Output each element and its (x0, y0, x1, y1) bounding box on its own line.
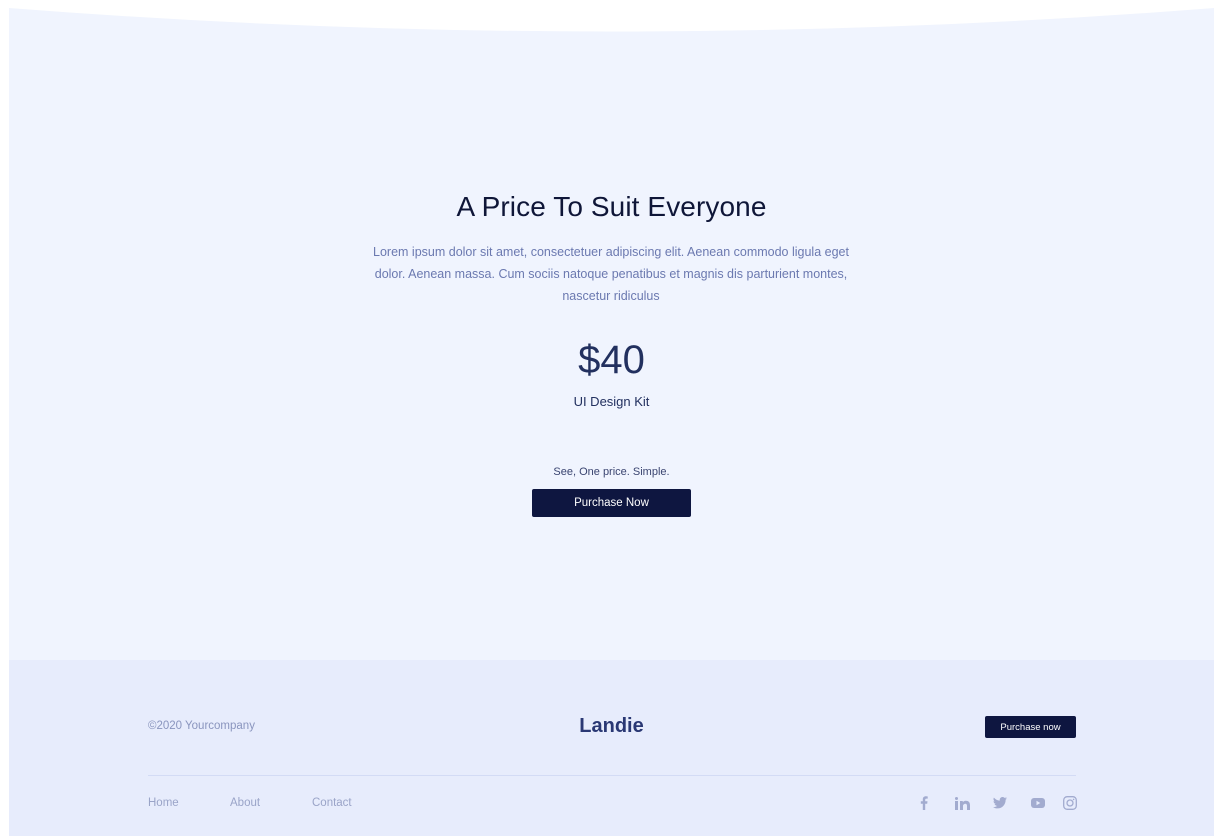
linkedin-icon[interactable] (943, 794, 981, 812)
social-links (905, 794, 1077, 812)
price-amount: $40 (578, 338, 645, 382)
footer-purchase-button[interactable]: Purchase now (985, 716, 1076, 738)
footer-nav-about[interactable]: About (230, 797, 312, 809)
instagram-icon[interactable] (1057, 794, 1077, 812)
copyright-text: ©2020 Yourcompany (148, 720, 255, 732)
footer-divider (148, 775, 1076, 776)
product-name: UI Design Kit (573, 394, 650, 409)
pricing-page: A Price To Suit Everyone Lorem ipsum dol… (0, 0, 1214, 836)
footer-nav-contact[interactable]: Contact (312, 797, 352, 809)
pricing-hero: A Price To Suit Everyone Lorem ipsum dol… (9, 8, 1214, 660)
purchase-now-button[interactable]: Purchase Now (532, 489, 691, 517)
top-curve-decoration (9, 0, 1214, 32)
site-footer: ©2020 Yourcompany Landie Purchase now Ho… (9, 660, 1214, 836)
price-tagline: See, One price. Simple. (553, 466, 670, 478)
twitter-icon[interactable] (981, 794, 1019, 812)
facebook-icon[interactable] (905, 794, 943, 812)
footer-nav-home[interactable]: Home (148, 797, 230, 809)
youtube-icon[interactable] (1019, 794, 1057, 812)
hero-title: A Price To Suit Everyone (456, 191, 767, 222)
footer-nav: Home About Contact (148, 797, 352, 809)
hero-description: Lorem ipsum dolor sit amet, consectetuer… (373, 245, 849, 303)
